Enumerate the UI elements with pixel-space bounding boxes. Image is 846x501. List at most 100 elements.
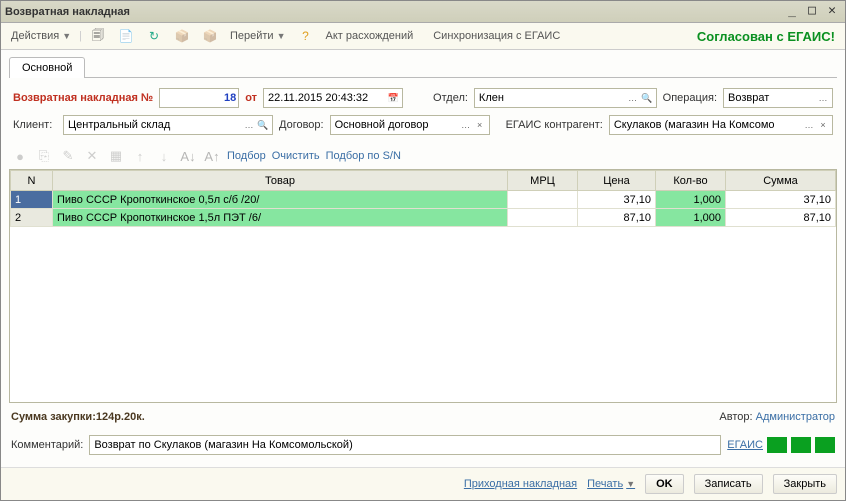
toolbar-icon-3[interactable]: ↻ <box>142 26 166 46</box>
client-field[interactable]: Центральный склад … 🔍 <box>63 115 273 135</box>
sync-egais-label: Синхронизация с ЕГАИС <box>433 30 560 42</box>
print-label: Печать <box>587 478 623 490</box>
doc-number-field[interactable]: 18 <box>159 88 239 108</box>
print-menu[interactable]: Печать ▼ <box>587 478 635 490</box>
move-up-icon[interactable]: ↑ <box>131 147 149 165</box>
clear-icon[interactable]: × <box>816 117 830 133</box>
toolbar-icon-5[interactable]: 📦 <box>198 26 222 46</box>
egais-contractor-value: Скулаков (магазин На Комсомо <box>614 119 802 131</box>
total-value: 124р.20к. <box>96 411 145 423</box>
comment-row: Комментарий: Возврат по Скулаков (магази… <box>9 431 837 459</box>
table-row[interactable]: 1 Пиво СССР Кропоткинское 0,5л с/б /20/ … <box>11 191 836 209</box>
clear-button[interactable]: Очистить <box>272 150 320 162</box>
contract-value: Основной договор <box>335 119 459 131</box>
client-value: Центральный склад <box>68 119 242 131</box>
edit-row-icon[interactable]: ✎ <box>59 147 77 165</box>
maximize-button[interactable]: □ <box>803 4 821 20</box>
window-title: Возвратная накладная <box>5 6 781 18</box>
calendar-icon[interactable]: 📅 <box>386 90 400 106</box>
lookup-icon[interactable]: … <box>459 117 473 133</box>
cell-price: 87,10 <box>578 209 656 227</box>
delete-row-icon[interactable]: ✕ <box>83 147 101 165</box>
clear-icon[interactable]: × <box>473 117 487 133</box>
lookup-icon[interactable]: … <box>816 90 830 106</box>
minimize-button[interactable]: _ <box>783 4 801 20</box>
move-down-icon[interactable]: ↓ <box>155 147 173 165</box>
sort-asc-icon[interactable]: A↓ <box>179 147 197 165</box>
egais-status-box-1 <box>767 437 787 453</box>
items-grid[interactable]: N Товар МРЦ Цена Кол-во Сумма 1 Пиво ССС… <box>9 169 837 403</box>
sort-desc-icon[interactable]: A↑ <box>203 147 221 165</box>
act-diff-button[interactable]: Акт расхождений <box>322 28 418 44</box>
open-icon[interactable]: 🔍 <box>640 90 654 106</box>
chevron-down-icon: ▼ <box>626 479 635 489</box>
department-field[interactable]: Клен … 🔍 <box>474 88 657 108</box>
sync-egais-button[interactable]: Синхронизация с ЕГАИС <box>429 28 564 44</box>
egais-link[interactable]: ЕГАИС <box>727 439 763 451</box>
author-value: Администратор <box>756 411 835 423</box>
operation-field[interactable]: Возврат … <box>723 88 833 108</box>
grid-icon[interactable]: ▦ <box>107 147 125 165</box>
egais-contractor-field[interactable]: Скулаков (магазин На Комсомо … × <box>609 115 833 135</box>
form-area: Возвратная накладная № 18 от 22.11.2015 … <box>9 78 837 139</box>
contract-label: Договор: <box>279 119 324 131</box>
podbor-sn-button[interactable]: Подбор по S/N <box>326 150 401 162</box>
grid-header-row: N Товар МРЦ Цена Кол-во Сумма <box>11 171 836 191</box>
comment-field[interactable]: Возврат по Скулаков (магазин На Комсомол… <box>89 435 721 455</box>
department-label: Отдел: <box>433 92 468 104</box>
help-button[interactable]: ? <box>294 26 318 46</box>
actions-label: Действия <box>11 30 59 42</box>
open-icon[interactable]: 🔍 <box>256 117 270 133</box>
col-price[interactable]: Цена <box>578 171 656 191</box>
department-value: Клен <box>479 92 626 104</box>
col-sum[interactable]: Сумма <box>726 171 836 191</box>
table-row[interactable]: 2 Пиво СССР Кропоткинское 1,5л ПЭТ /6/ 8… <box>11 209 836 227</box>
client-label: Клиент: <box>13 119 57 131</box>
package2-icon: 📦 <box>202 28 218 44</box>
chevron-down-icon: ▼ <box>62 31 71 41</box>
ok-button[interactable]: OK <box>645 474 684 494</box>
tab-main[interactable]: Основной <box>9 57 85 78</box>
egais-status-box-2 <box>791 437 811 453</box>
lookup-icon[interactable]: … <box>626 90 640 106</box>
actions-menu-button[interactable]: Действия ▼ <box>7 28 75 44</box>
egais-status-box-3 <box>815 437 835 453</box>
contract-field[interactable]: Основной договор … × <box>330 115 490 135</box>
goto-menu-button[interactable]: Перейти ▼ <box>226 28 290 44</box>
copy-row-icon[interactable]: ⎘ <box>35 147 53 165</box>
chevron-down-icon: ▼ <box>277 31 286 41</box>
lookup-icon[interactable]: … <box>242 117 256 133</box>
close-footer-button[interactable]: Закрыть <box>773 474 837 494</box>
app-window: Возвратная накладная _ □ ✕ Действия ▼ | … <box>0 0 846 501</box>
toolbar-icon-4[interactable]: 📦 <box>170 26 194 46</box>
receipt-link[interactable]: Приходная накладная <box>464 478 577 490</box>
help-icon: ? <box>298 28 314 44</box>
add-row-icon[interactable]: ● <box>11 147 29 165</box>
close-button[interactable]: ✕ <box>823 4 841 20</box>
col-product[interactable]: Товар <box>53 171 508 191</box>
toolbar-icon-1[interactable]: 🗐 <box>86 26 110 46</box>
operation-label: Операция: <box>663 92 717 104</box>
total-label: Сумма закупки: <box>11 411 96 423</box>
footer-bar: Приходная накладная Печать ▼ OK Записать… <box>1 467 845 500</box>
from-label: от <box>245 92 257 104</box>
doc-number-value: 18 <box>164 92 236 104</box>
lookup-icon[interactable]: … <box>802 117 816 133</box>
tab-row: Основной <box>9 56 837 78</box>
act-diff-label: Акт расхождений <box>326 30 414 42</box>
date-field[interactable]: 22.11.2015 20:43:32 📅 <box>263 88 403 108</box>
podbor-button[interactable]: Подбор <box>227 150 266 162</box>
cell-mrc <box>508 209 578 227</box>
col-n[interactable]: N <box>11 171 53 191</box>
separator: | <box>79 30 82 42</box>
package-icon: 📦 <box>174 28 190 44</box>
egais-indicator: ЕГАИС <box>727 437 835 453</box>
col-mrc[interactable]: МРЦ <box>508 171 578 191</box>
save-button[interactable]: Записать <box>694 474 763 494</box>
note-icon: 🗐 <box>90 28 106 44</box>
cell-product: Пиво СССР Кропоткинское 0,5л с/б /20/ <box>53 191 508 209</box>
toolbar-icon-2[interactable]: 📄 <box>114 26 138 46</box>
col-qty[interactable]: Кол-во <box>656 171 726 191</box>
cell-sum: 87,10 <box>726 209 836 227</box>
author-block: Автор: Администратор <box>719 411 835 423</box>
